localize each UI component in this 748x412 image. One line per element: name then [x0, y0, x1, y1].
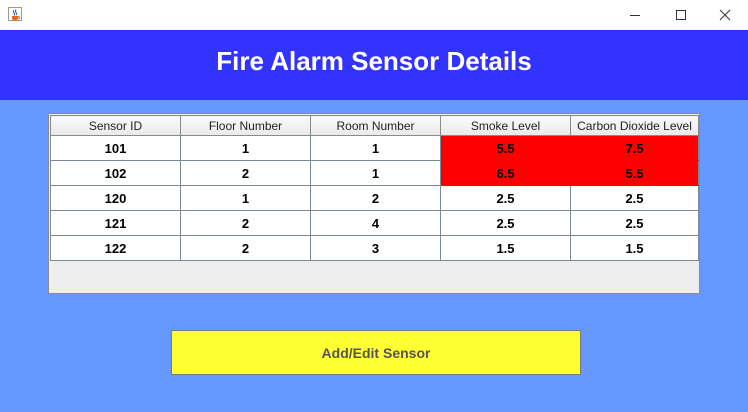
column-header-room-number[interactable]: Room Number [310, 115, 441, 136]
cell-sensor-id[interactable]: 122 [50, 235, 181, 261]
table-row[interactable]: 121 2 4 2.5 2.5 [50, 210, 699, 236]
sensor-table: Sensor ID Floor Number Room Number Smoke… [50, 115, 699, 261]
cell-co2-level[interactable]: 2.5 [570, 210, 699, 236]
cell-smoke-level[interactable]: 2.5 [440, 210, 571, 236]
cell-co2-level[interactable]: 2.5 [570, 185, 699, 211]
cell-smoke-level[interactable]: 6.5 [440, 160, 571, 186]
cell-room-number[interactable]: 4 [310, 210, 441, 236]
table-row[interactable]: 120 1 2 2.5 2.5 [50, 185, 699, 211]
cell-co2-level[interactable]: 5.5 [570, 160, 699, 186]
cell-floor-number[interactable]: 2 [180, 235, 311, 261]
cell-sensor-id[interactable]: 102 [50, 160, 181, 186]
close-button[interactable] [702, 0, 748, 30]
java-cup-icon [7, 6, 23, 22]
close-icon [719, 9, 731, 21]
page-title: Fire Alarm Sensor Details [216, 46, 532, 76]
cell-room-number[interactable]: 2 [310, 185, 441, 211]
add-edit-sensor-button[interactable]: Add/Edit Sensor [171, 330, 581, 375]
cell-floor-number[interactable]: 1 [180, 135, 311, 161]
minimize-button[interactable] [612, 0, 658, 30]
table-row[interactable]: 101 1 1 5.5 7.5 [50, 135, 699, 161]
cell-sensor-id[interactable]: 121 [50, 210, 181, 236]
cell-smoke-level[interactable]: 1.5 [440, 235, 571, 261]
cell-floor-number[interactable]: 2 [180, 210, 311, 236]
cell-smoke-level[interactable]: 5.5 [440, 135, 571, 161]
table-row[interactable]: 102 2 1 6.5 5.5 [50, 160, 699, 186]
cell-room-number[interactable]: 1 [310, 160, 441, 186]
cell-co2-level[interactable]: 7.5 [570, 135, 699, 161]
cell-smoke-level[interactable]: 2.5 [440, 185, 571, 211]
column-header-co2-level[interactable]: Carbon Dioxide Level [570, 115, 699, 136]
header-banner: Fire Alarm Sensor Details [0, 30, 748, 100]
cell-floor-number[interactable]: 2 [180, 160, 311, 186]
minimize-icon [630, 15, 640, 16]
cell-room-number[interactable]: 1 [310, 135, 441, 161]
table-row[interactable]: 122 2 3 1.5 1.5 [50, 235, 699, 261]
window-title-bar [0, 0, 748, 30]
column-header-smoke-level[interactable]: Smoke Level [440, 115, 571, 136]
table-header-row: Sensor ID Floor Number Room Number Smoke… [50, 115, 699, 136]
cell-co2-level[interactable]: 1.5 [570, 235, 699, 261]
main-panel: Sensor ID Floor Number Room Number Smoke… [0, 100, 748, 412]
column-header-sensor-id[interactable]: Sensor ID [50, 115, 181, 136]
cell-sensor-id[interactable]: 120 [50, 185, 181, 211]
maximize-button[interactable] [658, 0, 704, 30]
maximize-icon [676, 10, 686, 20]
cell-floor-number[interactable]: 1 [180, 185, 311, 211]
cell-sensor-id[interactable]: 101 [50, 135, 181, 161]
cell-room-number[interactable]: 3 [310, 235, 441, 261]
column-header-floor-number[interactable]: Floor Number [180, 115, 311, 136]
sensor-table-panel[interactable]: Sensor ID Floor Number Room Number Smoke… [48, 113, 700, 294]
